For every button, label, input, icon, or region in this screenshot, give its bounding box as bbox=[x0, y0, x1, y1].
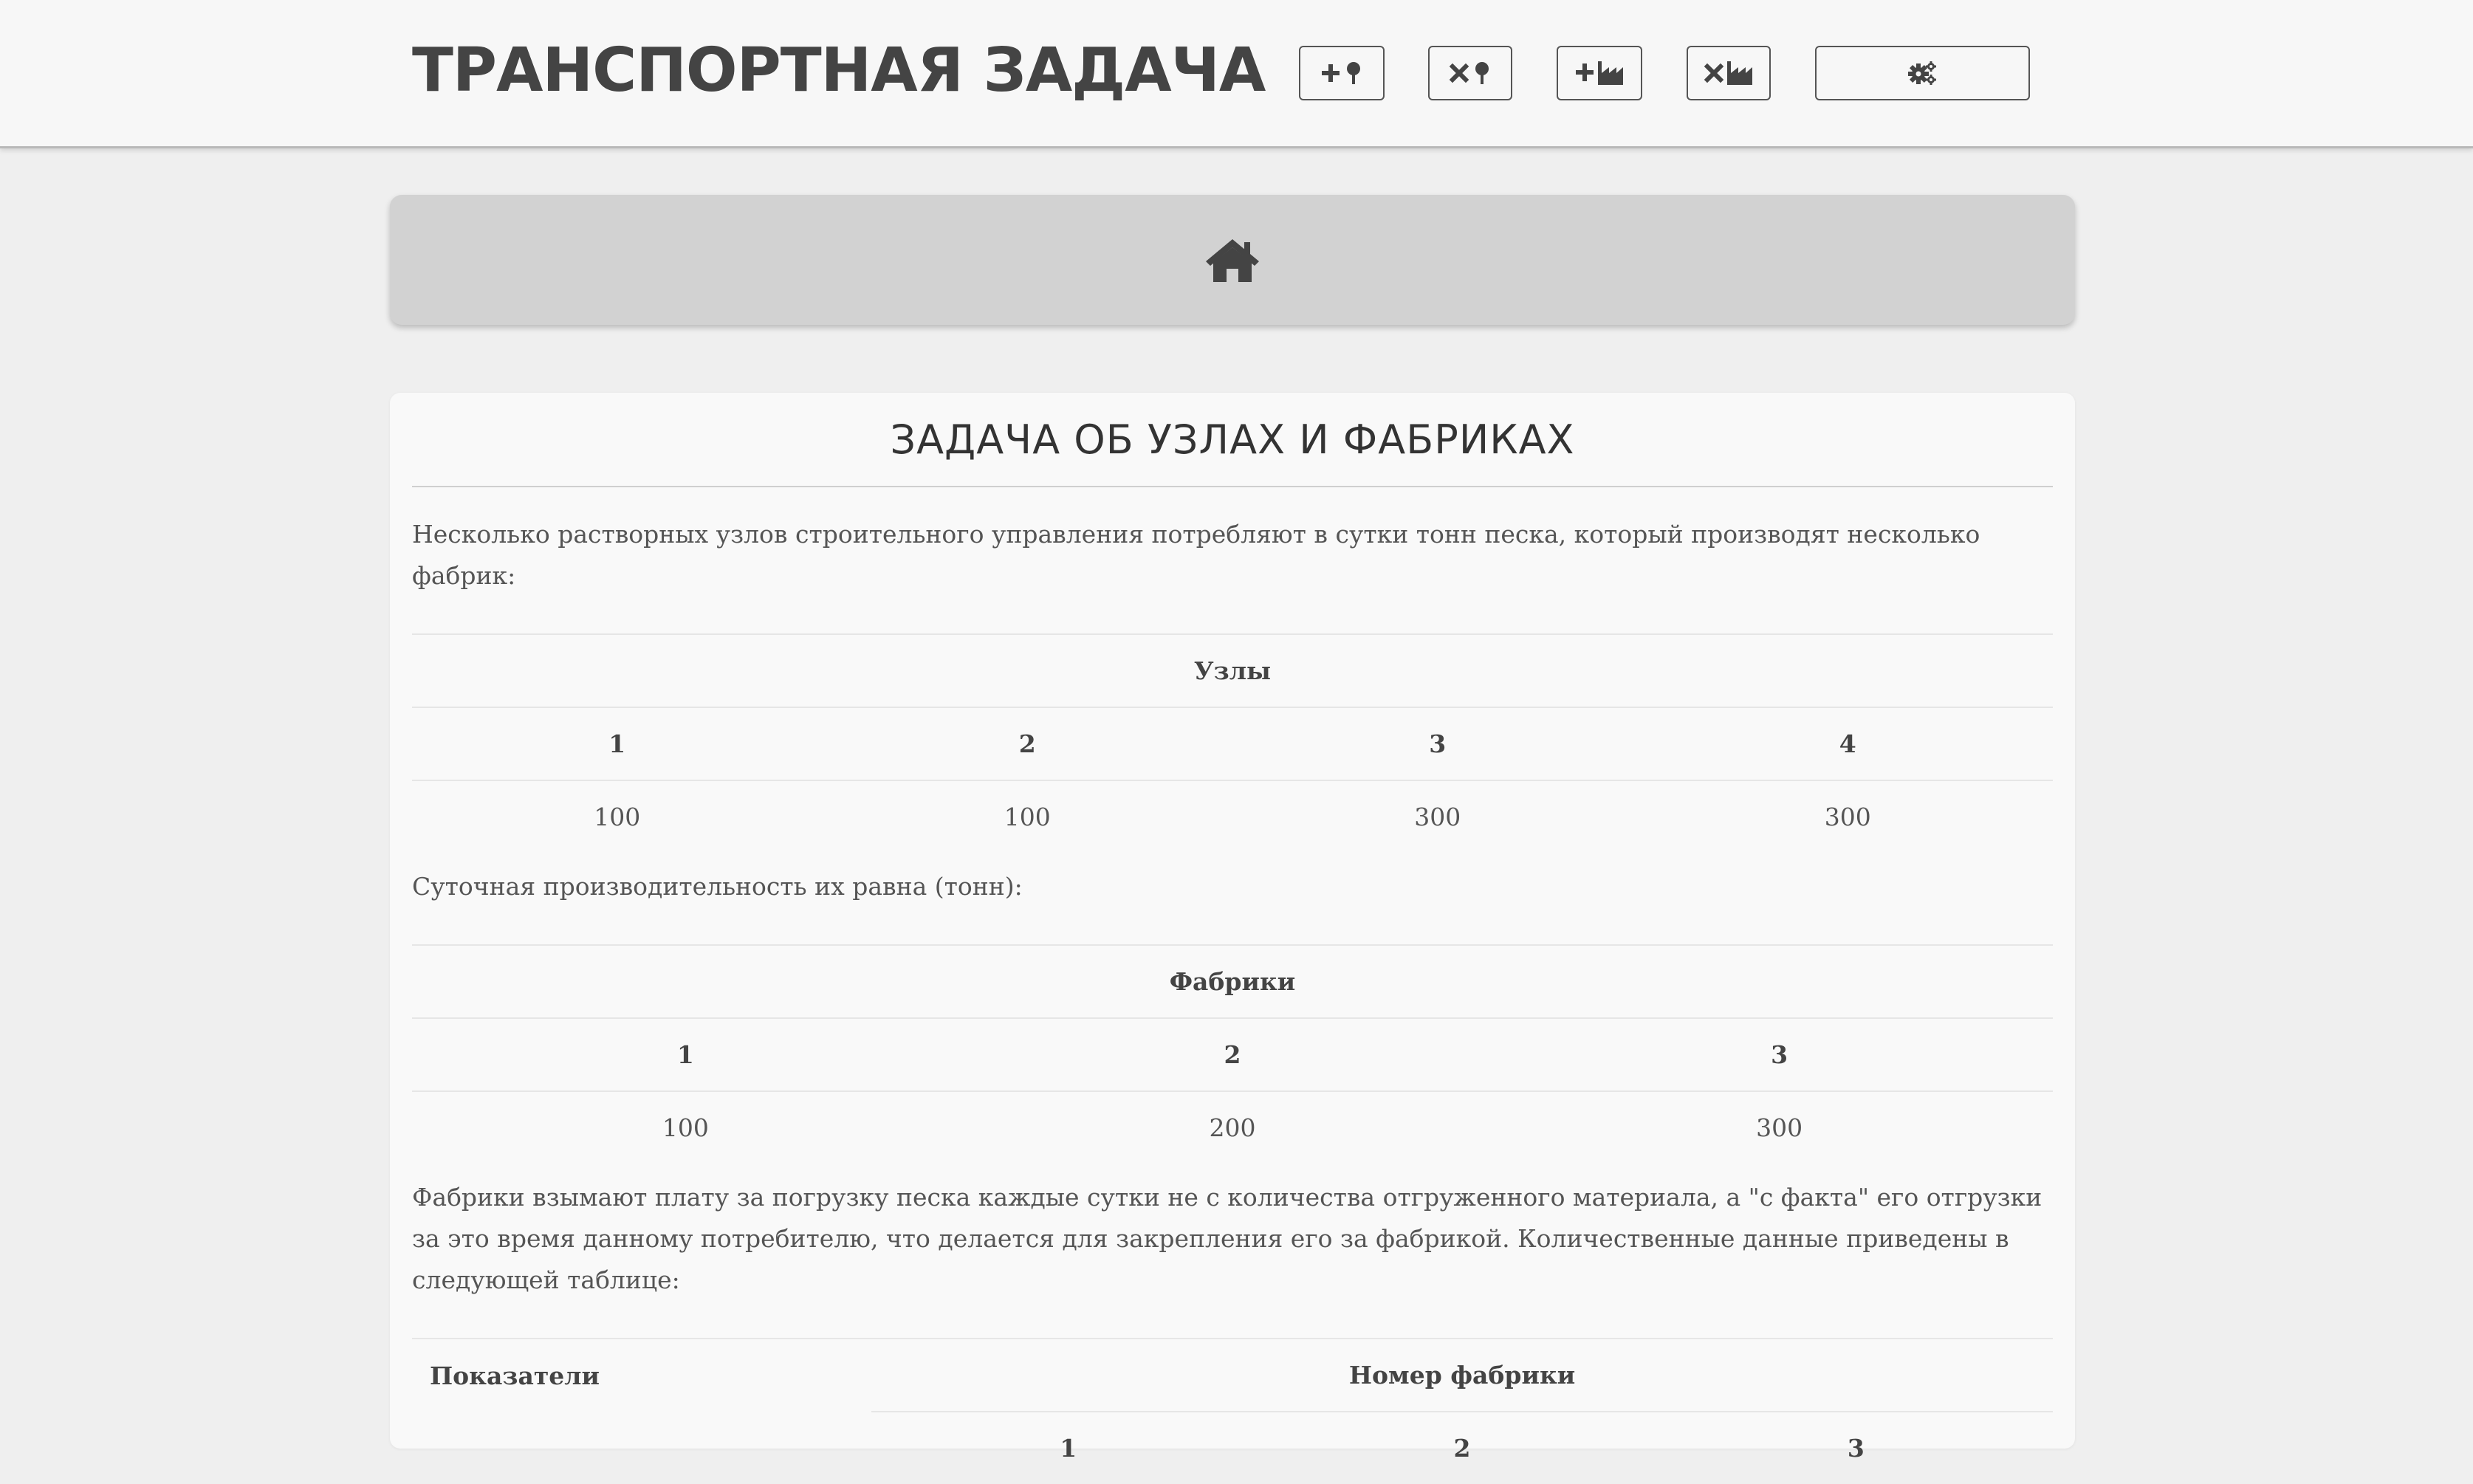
top-bar: ТРАНСПОРТНАЯ ЗАДАЧА bbox=[0, 0, 2473, 148]
factory-number: 2 bbox=[1265, 1411, 1659, 1484]
factory-header: 2 bbox=[958, 1017, 1506, 1091]
home-button[interactable] bbox=[390, 195, 2075, 325]
fees-text: Фабрики взымают плату за погрузку песка … bbox=[412, 1183, 2042, 1294]
intro-text: Несколько растворных узлов строительного… bbox=[412, 520, 1980, 590]
nodes-caption: Узлы bbox=[412, 633, 2053, 707]
capacity-text: Суточная производительность их равна (то… bbox=[412, 872, 1023, 901]
settings-button[interactable] bbox=[1815, 46, 2030, 100]
factory-header: 3 bbox=[1506, 1017, 2053, 1091]
add-node-button[interactable] bbox=[1299, 46, 1385, 100]
factory-value: 200 bbox=[958, 1090, 1506, 1164]
card-title: ЗАДАЧА ОБ УЗЛАХ И ФАБРИКАХ bbox=[412, 393, 2053, 487]
empty-header-cell bbox=[412, 1412, 871, 1484]
node-value: 100 bbox=[822, 780, 1232, 853]
node-value: 100 bbox=[412, 780, 823, 853]
add-factory-button[interactable] bbox=[1557, 46, 1642, 100]
factory-value: 100 bbox=[412, 1090, 959, 1164]
nodes-table: Узлы 1 2 3 4 100 100 300 300 bbox=[412, 633, 2053, 853]
plus-node-icon bbox=[1322, 62, 1360, 84]
indicators-table: Показатели Номер фабрики 1 2 3 bbox=[412, 1338, 2053, 1484]
indicators-header: Показатели bbox=[412, 1338, 872, 1412]
factories-caption: Фабрики bbox=[412, 944, 2053, 1018]
node-value: 300 bbox=[1642, 780, 2053, 853]
remove-node-button[interactable] bbox=[1428, 46, 1512, 100]
node-header: 4 bbox=[1642, 707, 2053, 780]
node-header: 3 bbox=[1232, 707, 1643, 780]
factory-number: 3 bbox=[1659, 1411, 2053, 1484]
times-factory-icon bbox=[1704, 61, 1752, 85]
factory-header: 1 bbox=[412, 1017, 959, 1091]
plus-factory-icon bbox=[1576, 61, 1623, 85]
home-icon bbox=[1206, 239, 1259, 282]
node-header: 1 bbox=[412, 707, 823, 780]
factory-number-header: Номер фабрики bbox=[871, 1338, 2053, 1412]
factory-number: 1 bbox=[871, 1411, 1266, 1484]
factories-table: Фабрики 1 2 3 100 200 300 bbox=[412, 944, 2053, 1164]
task-card: ЗАДАЧА ОБ УЗЛАХ И ФАБРИКАХ Несколько рас… bbox=[390, 393, 2075, 1484]
remove-factory-button[interactable] bbox=[1687, 46, 1771, 100]
gears-icon bbox=[1907, 61, 1936, 85]
factory-value: 300 bbox=[1506, 1090, 2053, 1164]
times-node-icon bbox=[1449, 62, 1489, 84]
node-header: 2 bbox=[822, 707, 1232, 780]
app-title: ТРАНСПОРТНАЯ ЗАДАЧА bbox=[412, 35, 1266, 106]
node-value: 300 bbox=[1232, 780, 1643, 853]
